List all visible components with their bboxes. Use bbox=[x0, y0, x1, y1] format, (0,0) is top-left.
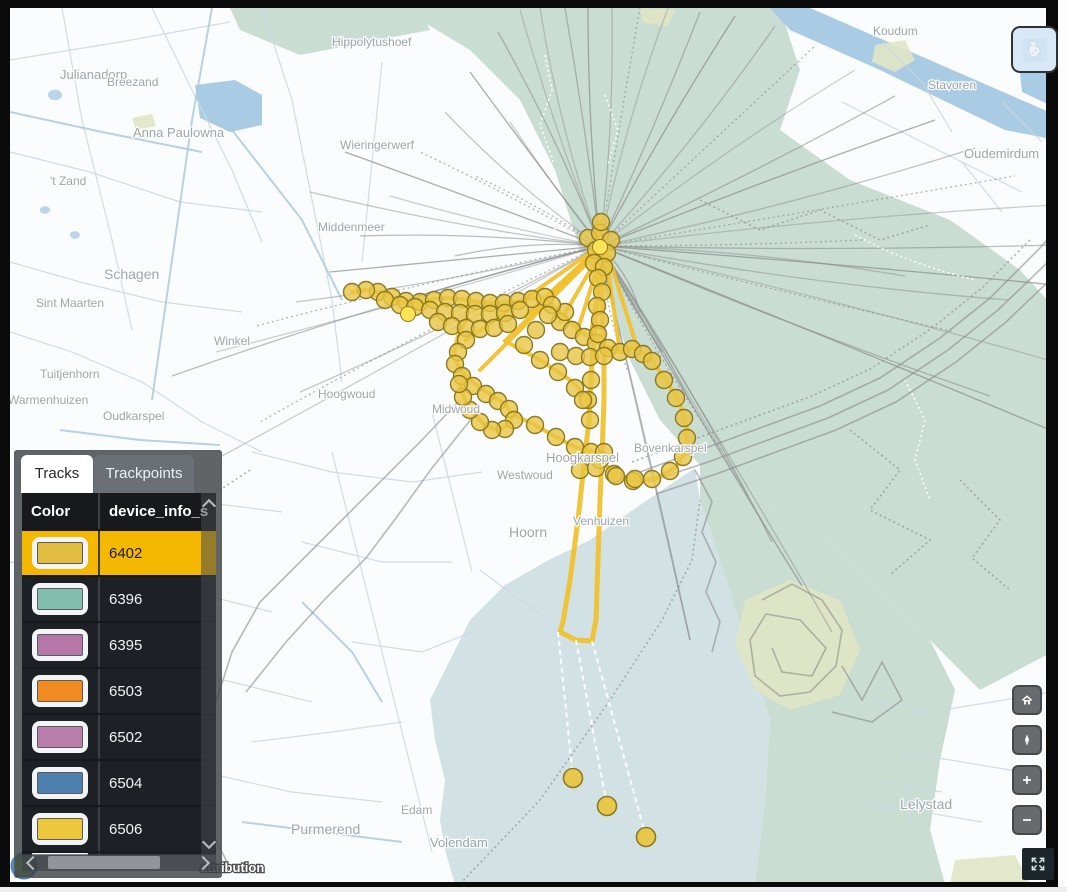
home-extent-button[interactable] bbox=[1012, 685, 1042, 715]
swatch-color bbox=[37, 634, 83, 656]
color-cell bbox=[22, 715, 100, 759]
place-label: Tuitjenhorn bbox=[40, 367, 100, 381]
place-label: Sint Maarten bbox=[36, 296, 104, 310]
tracks-panel: Tracks Trackpoints Color device_info_s 6… bbox=[14, 450, 222, 878]
track-row-6402[interactable]: 6402 bbox=[22, 531, 216, 575]
zoom-out-button[interactable] bbox=[1012, 805, 1042, 835]
swatch-color bbox=[37, 588, 83, 610]
place-label: Hoogwoud bbox=[318, 387, 375, 401]
place-label: Middenmeer bbox=[318, 220, 385, 234]
place-label: 't Zand bbox=[50, 174, 86, 188]
track-row-6395[interactable]: 6395 bbox=[22, 623, 216, 667]
color-swatch[interactable] bbox=[32, 629, 88, 661]
place-label: Bovenkarspel bbox=[634, 441, 707, 455]
track-row-6502[interactable]: 6502 bbox=[22, 715, 216, 759]
device-id: 6504 bbox=[100, 761, 216, 805]
color-cell bbox=[22, 531, 100, 575]
place-label: Stavoren bbox=[928, 78, 976, 92]
overview-inset-map-icon bbox=[1023, 38, 1047, 62]
device-id: 6395 bbox=[100, 623, 216, 667]
app-window: JulianadorpBreezandAnna Paulowna't ZandH… bbox=[0, 0, 1067, 892]
swatch-color bbox=[37, 818, 83, 840]
place-label: Midwoud bbox=[432, 402, 480, 416]
color-cell bbox=[22, 669, 100, 713]
horizontal-scrollbar[interactable] bbox=[22, 854, 216, 871]
place-label: Westwoud bbox=[497, 468, 553, 482]
place-label: Hoorn bbox=[509, 524, 547, 540]
swatch-color bbox=[37, 542, 83, 564]
expand-arrows-icon bbox=[1028, 852, 1048, 876]
scroll-up-icon[interactable] bbox=[202, 499, 216, 513]
device-id: 6502 bbox=[100, 715, 216, 759]
color-cell bbox=[22, 577, 100, 621]
color-swatch[interactable] bbox=[32, 721, 88, 753]
color-swatch[interactable] bbox=[32, 675, 88, 707]
track-row-6503[interactable]: 6503 bbox=[22, 669, 216, 713]
device-id: 6506 bbox=[100, 807, 216, 851]
compass-needle-icon bbox=[1020, 728, 1034, 752]
panel-tabbar: Tracks Trackpoints bbox=[15, 451, 221, 493]
scroll-left-icon[interactable] bbox=[26, 855, 40, 869]
home-icon bbox=[1020, 688, 1034, 712]
device-id: 6402 bbox=[100, 531, 216, 575]
bottom-margin bbox=[0, 887, 1067, 892]
right-margin bbox=[1058, 0, 1067, 892]
place-label: Breezand bbox=[107, 75, 158, 89]
place-label: Oudemirdum bbox=[964, 146, 1039, 161]
tracks-table: Color device_info_s 64026396639565036502… bbox=[22, 493, 216, 855]
plus-icon bbox=[1020, 768, 1034, 792]
scroll-down-icon[interactable] bbox=[202, 835, 216, 849]
swatch-color bbox=[37, 680, 83, 702]
vertical-scrollbar[interactable] bbox=[201, 493, 216, 855]
color-swatch[interactable] bbox=[32, 767, 88, 799]
compass-button[interactable] bbox=[1012, 725, 1042, 755]
overview-map-button[interactable] bbox=[1011, 26, 1058, 73]
place-label: Schagen bbox=[104, 266, 159, 282]
place-label: Venhuizen bbox=[573, 514, 629, 528]
color-swatch[interactable] bbox=[32, 583, 88, 615]
tab-tracks[interactable]: Tracks bbox=[21, 455, 93, 493]
color-cell bbox=[22, 761, 100, 805]
place-label: Koudum bbox=[873, 24, 918, 38]
column-header-color: Color bbox=[22, 493, 100, 529]
tab-trackpoints[interactable]: Trackpoints bbox=[94, 455, 194, 493]
zoom-in-button[interactable] bbox=[1012, 765, 1042, 795]
place-label: Wieringerwerf bbox=[340, 138, 415, 152]
minus-icon bbox=[1020, 808, 1034, 832]
place-label: Lelystad bbox=[900, 796, 952, 812]
swatch-color bbox=[37, 726, 83, 748]
track-row-6504[interactable]: 6504 bbox=[22, 761, 216, 805]
place-label: Warmenhuizen bbox=[10, 393, 88, 407]
place-label: Edam bbox=[401, 803, 432, 817]
color-cell bbox=[22, 807, 100, 851]
place-label: Hippolytushoef bbox=[332, 35, 412, 49]
track-row-6396[interactable]: 6396 bbox=[22, 577, 216, 621]
column-header-device-info: device_info_s bbox=[100, 493, 216, 529]
color-swatch[interactable] bbox=[32, 813, 88, 845]
place-label: Oudkarspel bbox=[103, 409, 164, 423]
fullscreen-button[interactable] bbox=[1022, 848, 1054, 880]
scroll-right-icon[interactable] bbox=[196, 855, 210, 869]
color-cell bbox=[22, 623, 100, 667]
table-header: Color device_info_s bbox=[22, 493, 216, 529]
color-swatch[interactable] bbox=[32, 537, 88, 569]
track-rows: 6402639663956503650265046506 bbox=[22, 531, 216, 855]
place-label: Hoogkarspel bbox=[546, 450, 619, 465]
scrollbar-thumb[interactable] bbox=[48, 856, 160, 869]
place-label: Winkel bbox=[214, 334, 250, 348]
place-label: Anna Paulowna bbox=[133, 125, 225, 140]
device-id: 6503 bbox=[100, 669, 216, 713]
place-label: Purmerend bbox=[291, 821, 360, 837]
swatch-color bbox=[37, 772, 83, 794]
track-row-6506[interactable]: 6506 bbox=[22, 807, 216, 851]
device-id: 6396 bbox=[100, 577, 216, 621]
place-label: Volendam bbox=[430, 835, 488, 850]
